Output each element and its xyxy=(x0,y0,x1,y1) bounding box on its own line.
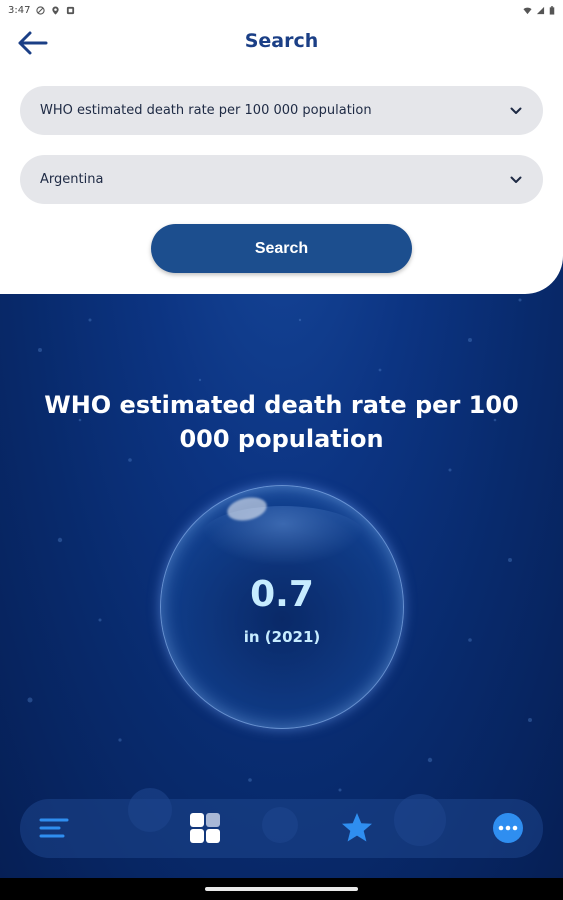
result-bubble: 0.7 in (2021) xyxy=(160,485,404,729)
app-header: Search xyxy=(0,20,563,66)
bubble-glow xyxy=(201,506,365,566)
grid-icon xyxy=(190,813,220,843)
status-time: 3:47 xyxy=(8,4,31,16)
location-icon xyxy=(52,5,60,15)
search-button[interactable]: Search xyxy=(151,224,412,273)
chevron-down-icon xyxy=(510,176,522,183)
chevron-down-icon xyxy=(510,107,522,114)
page-title: Search xyxy=(244,30,319,52)
nav-more-button[interactable] xyxy=(491,811,525,845)
country-dropdown-value: Argentina xyxy=(40,172,104,187)
menu-lines-icon xyxy=(39,818,69,838)
result-year: in (2021) xyxy=(243,628,321,646)
search-panel: Search WHO estimated death rate per 100 … xyxy=(0,20,563,294)
status-bar: 3:47 xyxy=(0,0,563,20)
country-dropdown[interactable]: Argentina xyxy=(20,155,543,204)
more-dots-icon xyxy=(493,813,523,843)
notification-icon xyxy=(67,6,75,14)
wifi-icon xyxy=(523,7,532,14)
signal-icon xyxy=(536,6,545,14)
star-icon xyxy=(342,813,372,842)
result-title: WHO estimated death rate per 100 000 pop… xyxy=(44,391,519,453)
result-value: 0.7 xyxy=(250,574,314,615)
system-navigation-area xyxy=(0,878,563,900)
battery-icon xyxy=(549,5,555,15)
indicator-dropdown-value: WHO estimated death rate per 100 000 pop… xyxy=(40,103,372,118)
do-not-disturb-icon xyxy=(36,5,46,15)
nav-favorites-button[interactable] xyxy=(340,811,374,845)
bottom-navigation xyxy=(20,799,543,858)
nav-menu-button[interactable] xyxy=(37,811,71,845)
indicator-dropdown[interactable]: WHO estimated death rate per 100 000 pop… xyxy=(20,86,543,135)
nav-grid-button[interactable] xyxy=(188,811,222,845)
home-gesture-bar[interactable] xyxy=(205,887,358,891)
